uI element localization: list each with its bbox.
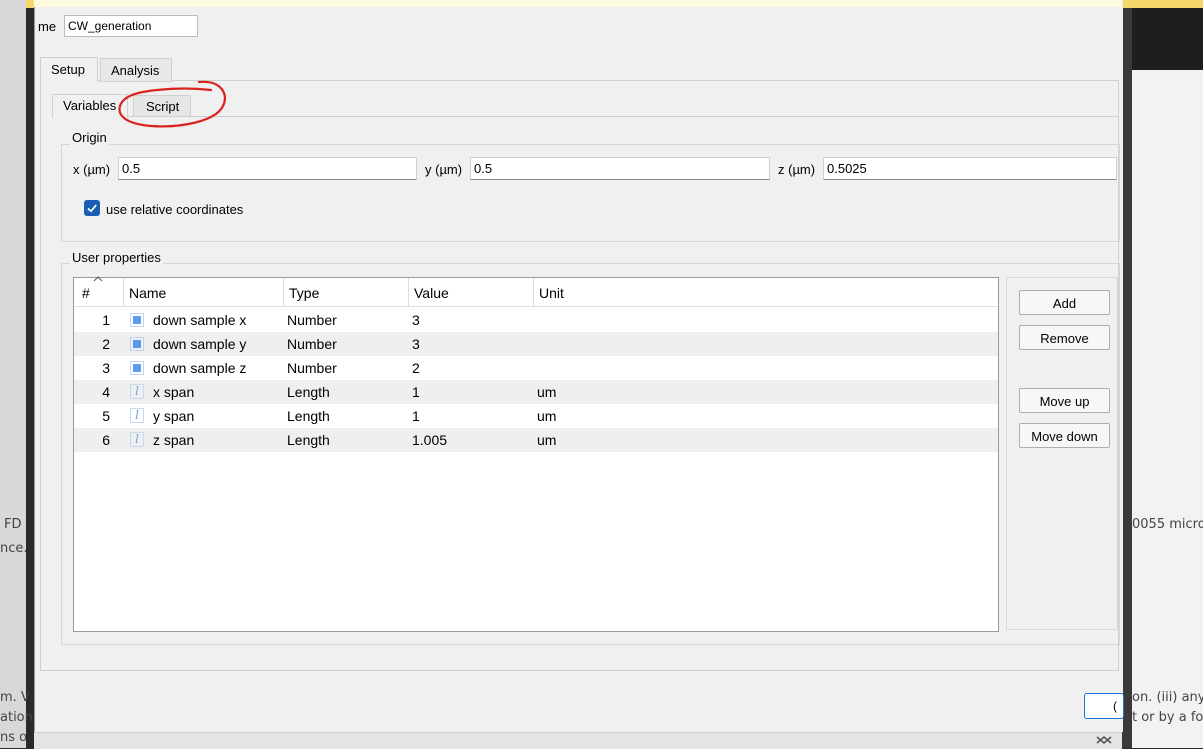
column-header-value[interactable]: Value (409, 278, 534, 307)
column-header-number[interactable]: # (74, 278, 124, 307)
z-input[interactable]: 0.5025 (823, 157, 1117, 180)
relative-coordinates-checkbox[interactable] (84, 200, 100, 216)
origin-group-title: Origin (70, 130, 109, 145)
table-header-divider (74, 306, 998, 307)
row-type: Length (287, 384, 330, 400)
row-number: 2 (102, 336, 110, 352)
background-text: t or by a fo (1132, 710, 1203, 725)
row-name: down sample x (153, 312, 247, 328)
row-type: Length (287, 408, 330, 424)
background-scroll-strip (1122, 0, 1132, 748)
chevron-down-icon[interactable] (1094, 733, 1114, 747)
dialog-bottom-bar (34, 732, 1122, 749)
row-type: Number (287, 312, 337, 328)
row-number: 6 (102, 432, 110, 448)
dialog-title-bar (34, 0, 1122, 7)
row-unit: um (537, 408, 557, 424)
background-window-bottom-right (1130, 668, 1203, 748)
y-input[interactable]: 0.5 (470, 157, 770, 180)
move-up-button[interactable]: Move up (1019, 388, 1110, 413)
row-value: 3 (412, 336, 420, 352)
background-text: m. V (0, 690, 30, 705)
column-header-name[interactable]: Name (124, 278, 284, 307)
background-text: ation (0, 710, 33, 725)
background-text: nce. (0, 541, 28, 556)
background-window-right (1130, 70, 1203, 670)
x-label: x (µm) (73, 162, 111, 177)
column-header-unit[interactable]: Unit (534, 278, 734, 307)
column-header-type[interactable]: Type (284, 278, 409, 307)
row-number: 3 (102, 360, 110, 376)
sort-ascending-icon (93, 276, 103, 282)
relative-coordinates-label: use relative coordinates (106, 202, 244, 217)
number-icon (130, 361, 144, 375)
remove-button[interactable]: Remove (1019, 325, 1110, 350)
move-down-button[interactable]: Move down (1019, 423, 1110, 448)
annotation-circle (118, 80, 226, 128)
background-text: 0055 micro (1132, 517, 1203, 532)
number-icon (130, 313, 144, 327)
x-input[interactable]: 0.5 (118, 157, 417, 180)
background-text: ns o (0, 730, 28, 745)
row-value: 1 (412, 384, 420, 400)
length-icon: l (130, 384, 144, 399)
name-input[interactable]: CW_generation (64, 15, 198, 37)
table-row[interactable]: 4 l x span Length 1 um (74, 380, 998, 404)
row-name: x span (153, 384, 195, 400)
background-text: FD (4, 517, 22, 532)
length-icon: l (130, 408, 144, 423)
table-row[interactable]: 2 down sample y Number 3 (74, 332, 998, 356)
row-value: 1.005 (412, 432, 448, 448)
check-icon (87, 204, 97, 213)
table-row[interactable]: 1 down sample x Number 3 (74, 308, 998, 332)
row-unit: um (537, 432, 557, 448)
row-name: z span (153, 432, 195, 448)
z-label: z (µm) (778, 162, 816, 177)
background-window-left (0, 0, 26, 748)
background-window-top-right (1130, 0, 1203, 70)
background-text: on. (iii) any (1132, 690, 1203, 705)
row-value: 2 (412, 360, 420, 376)
row-number: 5 (102, 408, 110, 424)
row-name: down sample y (153, 336, 247, 352)
name-label: me (38, 19, 57, 34)
user-properties-title: User properties (70, 250, 163, 265)
row-unit: um (537, 384, 557, 400)
tab-divider (98, 80, 1118, 81)
row-number: 4 (102, 384, 110, 400)
row-number: 1 (102, 312, 110, 328)
row-name: down sample z (153, 360, 247, 376)
table-row[interactable]: 3 down sample z Number 2 (74, 356, 998, 380)
add-button[interactable]: Add (1019, 290, 1110, 315)
table-row[interactable]: 5 l y span Length 1 um (74, 404, 998, 428)
table-row[interactable]: 6 l z span Length 1.005 um (74, 428, 998, 452)
row-type: Number (287, 336, 337, 352)
tab-setup[interactable]: Setup (40, 57, 98, 82)
number-icon (130, 337, 144, 351)
y-label: y (µm) (425, 162, 463, 177)
row-value: 1 (412, 408, 420, 424)
row-type: Length (287, 432, 330, 448)
length-icon: l (130, 432, 144, 447)
ok-button[interactable]: ( (1084, 693, 1124, 719)
subtab-divider (128, 116, 1118, 117)
row-type: Number (287, 360, 337, 376)
row-name: y span (153, 408, 195, 424)
row-value: 3 (412, 312, 420, 328)
